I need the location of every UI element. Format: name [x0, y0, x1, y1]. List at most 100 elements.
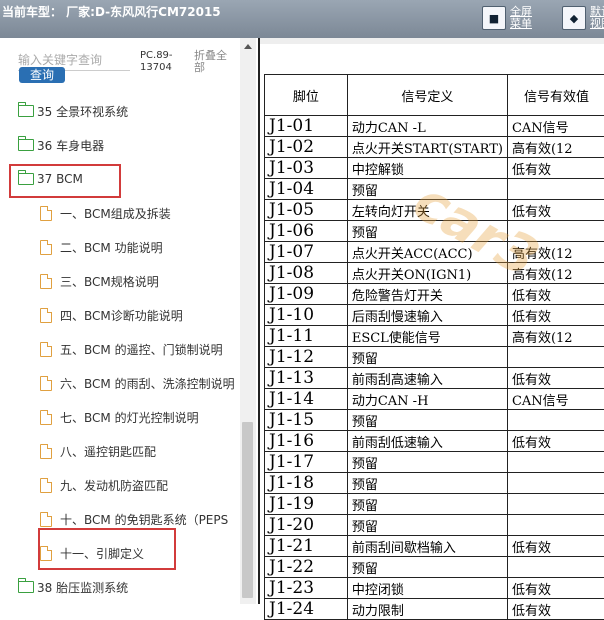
pin-cell: J1-13 [265, 368, 348, 389]
document-icon [40, 376, 52, 391]
valid-value-cell [507, 347, 604, 368]
table-row: J1-18预留 [265, 473, 604, 494]
table-row: J1-20预留 [265, 515, 604, 536]
document-icon [40, 512, 52, 527]
tree-item-4[interactable]: 四、BCM诊断功能说明 [40, 304, 183, 326]
header-valid-value: 信号有效值 [507, 75, 604, 116]
signal-cell: 前雨刮间歇档输入 [347, 536, 507, 557]
tree-folder-label: 36 车身电器 [37, 137, 104, 154]
signal-cell: 预留 [347, 515, 507, 536]
tree-item-3[interactable]: 三、BCM规格说明 [40, 270, 159, 292]
table-row: J1-13前雨刮高速输入低有效 [265, 368, 604, 389]
query-button[interactable]: 查询 [19, 67, 65, 83]
document-icon [40, 308, 52, 323]
tree-folder-label: 35 全景环视系统 [37, 103, 128, 120]
tree-item-label: 五、BCM 的遥控、门锁制说明 [60, 341, 223, 358]
pin-cell: J1-21 [265, 536, 348, 557]
table-row: J1-22预留 [265, 557, 604, 578]
header-pin: 脚位 [265, 75, 348, 116]
signal-cell: 前雨刮高速输入 [347, 368, 507, 389]
signal-cell: 危险警告灯开关 [347, 284, 507, 305]
valid-value-cell: 高有效(12 [507, 326, 604, 347]
signal-cell: 预留 [347, 452, 507, 473]
tree-item-10[interactable]: 十、BCM 的免钥匙系统（PEPS [40, 508, 240, 530]
tree-item-label: 七、BCM 的灯光控制说明 [60, 409, 199, 426]
table-row: J1-23中控闭锁低有效 [265, 578, 604, 599]
tree-item-label: 二、BCM 功能说明 [60, 239, 163, 256]
valid-value-cell [507, 452, 604, 473]
fullscreen-menu-button[interactable]: ■ 全屏菜单 [482, 6, 538, 34]
valid-value-cell [507, 473, 604, 494]
tree-item-7[interactable]: 七、BCM 的灯光控制说明 [40, 406, 199, 428]
valid-value-cell [507, 557, 604, 578]
tree-item-8[interactable]: 八、遥控钥匙匹配 [40, 440, 156, 462]
default-view-label: 默认视图 [590, 6, 604, 30]
signal-cell: 预留 [347, 410, 507, 431]
pin-cell: J1-18 [265, 473, 348, 494]
document-viewer: 脚位 信号定义 信号有效值 J1-01动力CAN -LCAN信号J1-02点火开… [258, 38, 604, 604]
tree-folder-38[interactable]: 38 胎压监测系统 [18, 576, 128, 598]
document-icon [40, 206, 52, 221]
fullscreen-icon: ■ [482, 6, 506, 30]
tree-item-label: 一、BCM组成及拆装 [60, 205, 171, 222]
tree-item-label: 十、BCM 的免钥匙系统（PEPS [60, 511, 228, 528]
tree-folder-label: 38 胎压监测系统 [37, 579, 128, 596]
fullscreen-menu-label: 全屏菜单 [510, 6, 538, 30]
pin-cell: J1-22 [265, 557, 348, 578]
tree-item-1[interactable]: 一、BCM组成及拆装 [40, 202, 171, 224]
tree-item-label: 八、遥控钥匙匹配 [60, 443, 156, 460]
pin-cell: J1-15 [265, 410, 348, 431]
pin-cell: J1-17 [265, 452, 348, 473]
table-row: J1-15预留 [265, 410, 604, 431]
valid-value-cell: CAN信号 [507, 116, 604, 137]
tree-item-9[interactable]: 九、发动机防盗匹配 [40, 474, 168, 496]
table-row: J1-16前雨刮低速输入低有效 [265, 431, 604, 452]
tree-item-label: 四、BCM诊断功能说明 [60, 307, 183, 324]
valid-value-cell: 低有效 [507, 200, 604, 221]
valid-value-cell: 低有效 [507, 305, 604, 326]
tree-folder-35[interactable]: 35 全景环视系统 [18, 100, 128, 122]
tree-item-6[interactable]: 六、BCM 的雨刮、洗涤控制说明 [40, 372, 240, 394]
pin-cell: J1-19 [265, 494, 348, 515]
valid-value-cell [507, 515, 604, 536]
table-row: J1-14动力CAN -HCAN信号 [265, 389, 604, 410]
pin-cell: J1-05 [265, 200, 348, 221]
signal-cell: 前雨刮低速输入 [347, 431, 507, 452]
valid-value-cell: 低有效 [507, 158, 604, 179]
valid-value-cell: 低有效 [507, 368, 604, 389]
valid-value-cell: CAN信号 [507, 389, 604, 410]
table-row: J1-02点火开关START(START)高有效(12 [265, 137, 604, 158]
valid-value-cell: 低有效 [507, 536, 604, 557]
vehicle-title: 当前车型： 厂家:D-东风风行CM72015 [2, 3, 221, 20]
document-icon [40, 274, 52, 289]
pin-cell: J1-07 [265, 242, 348, 263]
table-row: J1-08点火开关ON(IGN1)高有效(12 [265, 263, 604, 284]
table-row: J1-12预留 [265, 347, 604, 368]
pin-cell: J1-10 [265, 305, 348, 326]
scroll-up-arrow-icon[interactable] [244, 44, 252, 49]
pin-cell: J1-24 [265, 599, 348, 620]
highlight-box-bcm [9, 164, 121, 198]
table-row: J1-10后雨刮慢速输入低有效 [265, 305, 604, 326]
pin-cell: J1-20 [265, 515, 348, 536]
folder-icon [18, 139, 34, 151]
pin-cell: J1-09 [265, 284, 348, 305]
scroll-thumb[interactable] [242, 422, 253, 598]
folder-icon [18, 105, 34, 117]
default-view-icon: ◆ [562, 6, 586, 30]
tree-folder-36[interactable]: 36 车身电器 [18, 134, 104, 156]
pin-cell: J1-02 [265, 137, 348, 158]
tree-item-5[interactable]: 五、BCM 的遥控、门锁制说明 [40, 338, 223, 360]
signal-cell: 动力限制 [347, 599, 507, 620]
signal-cell: 动力CAN -L [347, 116, 507, 137]
default-view-button[interactable]: ◆ 默认视图 [562, 6, 604, 34]
tree-item-2[interactable]: 二、BCM 功能说明 [40, 236, 163, 258]
signal-cell: 预留 [347, 473, 507, 494]
table-row: J1-11ESCL使能信号高有效(12 [265, 326, 604, 347]
collapse-all-link[interactable]: 折叠全部 [194, 50, 234, 74]
signal-cell: ESCL使能信号 [347, 326, 507, 347]
left-scrollbar[interactable] [240, 38, 256, 604]
top-bar: 当前车型： 厂家:D-东风风行CM72015 ■ 全屏菜单 ◆ 默认视图 [0, 0, 604, 38]
table-header-row: 脚位 信号定义 信号有效值 [265, 75, 604, 116]
table-row: J1-07点火开关ACC(ACC)高有效(12 [265, 242, 604, 263]
